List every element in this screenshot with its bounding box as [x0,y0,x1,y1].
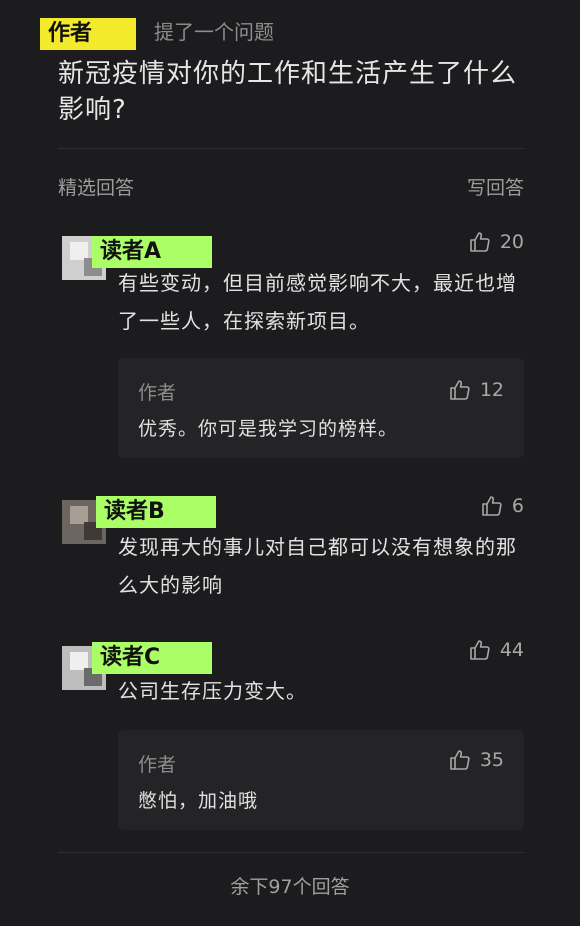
thumbs-up-icon [482,496,502,516]
author-reply[interactable]: 作者 35 憋怕，加油哦 [118,730,524,830]
reader-name[interactable]: 读者B [96,496,216,528]
reply-author: 作者 [138,382,177,404]
reply-text: 憋怕，加油哦 [138,790,259,812]
like-count: 20 [499,231,524,253]
divider [58,852,524,853]
author-tag: 作者 [40,18,136,50]
like-count: 6 [511,495,524,517]
asked-text: 提了一个问题 [154,20,274,44]
thumbs-up-icon [450,380,470,400]
question-page: 作者 提了一个问题 新冠疫情对你的工作和生活产生了什么影响? 精选回答 写回答 … [0,0,580,926]
reply-author: 作者 [138,754,177,776]
divider [58,148,524,149]
write-answer-button[interactable]: 写回答 [467,174,524,202]
reader-name[interactable]: 读者C [92,642,212,674]
thumbs-up-icon [470,640,490,660]
answer-text[interactable]: 发现再大的事儿对自己都可以没有想象的那么大的影响 [118,528,518,604]
question-title[interactable]: 新冠疫情对你的工作和生活产生了什么影响? [58,56,528,128]
like-count: 12 [479,379,504,401]
like-button[interactable]: 20 [468,230,524,254]
like-button[interactable]: 35 [448,748,504,772]
like-count: 35 [479,749,504,771]
reply-text: 优秀。你可是我学习的榜样。 [138,418,399,440]
answer-text[interactable]: 公司生存压力变大。 [118,672,518,710]
answer-text[interactable]: 有些变动，但目前感觉影响不大，最近也增了一些人，在探索新项目。 [118,264,518,340]
author-reply[interactable]: 作者 12 优秀。你可是我学习的榜样。 [118,358,524,458]
like-button[interactable]: 12 [448,378,504,402]
featured-answers-label: 精选回答 [58,177,135,199]
like-button[interactable]: 44 [468,638,524,662]
more-answers-link[interactable]: 余下97个回答 [0,872,580,899]
thumbs-up-icon [450,750,470,770]
like-count: 44 [499,639,524,661]
thumbs-up-icon [470,232,490,252]
like-button[interactable]: 6 [480,494,524,518]
